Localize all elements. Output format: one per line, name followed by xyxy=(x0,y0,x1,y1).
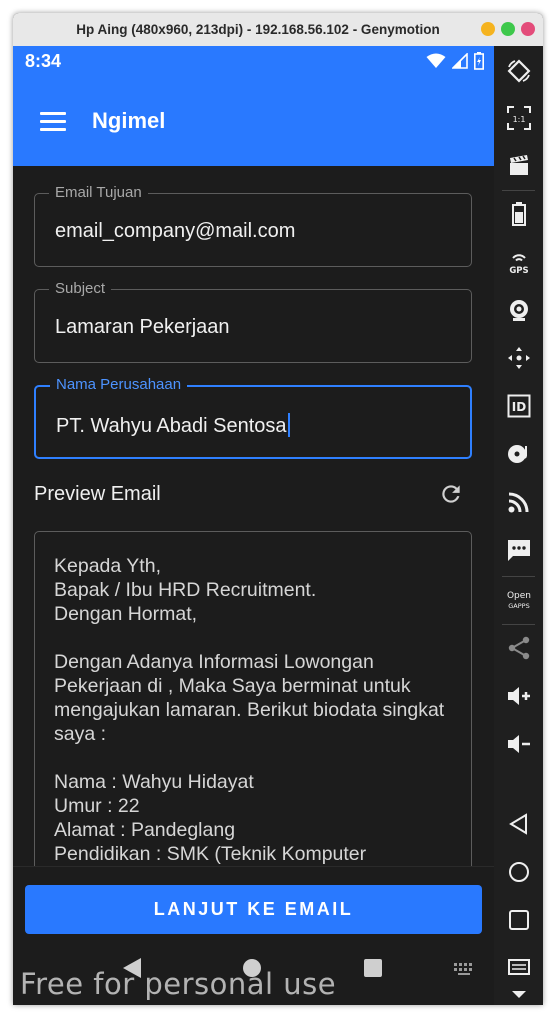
toolbar-menu-icon[interactable] xyxy=(505,954,533,982)
gps-icon[interactable]: GPS xyxy=(505,248,533,276)
toolbar-home-icon[interactable] xyxy=(505,858,533,886)
rotate-icon[interactable] xyxy=(505,57,533,85)
email-field-label: Email Tujuan xyxy=(49,184,148,201)
text-caret xyxy=(287,413,290,437)
open-gapps-icon[interactable]: Open GAPPS xyxy=(505,586,533,614)
pixel-perfect-label: 1:1 xyxy=(513,115,526,124)
sms-icon[interactable] xyxy=(505,536,533,564)
window-title: Hp Aing (480x960, 213dpi) - 192.168.56.1… xyxy=(76,22,440,37)
subject-field[interactable]: Subject Lamaran Pekerjaan xyxy=(34,280,472,363)
email-field[interactable]: Email Tujuan email_company@mail.com xyxy=(34,184,472,267)
company-name-field[interactable]: Nama Perusahaan PT. Wahyu Abadi Sentosa xyxy=(34,376,472,459)
gps-label: GPS xyxy=(509,266,528,275)
email-preview-text: Kepada Yth, Bapak / Ibu HRD Recruitment.… xyxy=(54,555,445,865)
device-id-icon[interactable]: ID xyxy=(505,392,533,420)
device-id-label: ID xyxy=(512,400,526,414)
signal-icon xyxy=(452,53,468,69)
window-titlebar[interactable]: Hp Aing (480x960, 213dpi) - 192.168.56.1… xyxy=(13,13,543,46)
status-time: 8:34 xyxy=(25,50,62,71)
gapps-label-2: GAPPS xyxy=(508,602,529,610)
phone-screen: 8:34 Ngimel Email Tujuan email_company@m… xyxy=(13,46,494,1005)
camera-icon[interactable] xyxy=(505,296,533,324)
refresh-icon[interactable] xyxy=(438,481,464,507)
close-button[interactable] xyxy=(521,22,535,36)
preview-label: Preview Email xyxy=(34,483,161,505)
app-title: Ngimel xyxy=(92,108,166,133)
app-bar: Ngimel xyxy=(13,76,494,166)
nav-keyboard-icon[interactable] xyxy=(453,962,475,976)
dpad-icon[interactable] xyxy=(505,344,533,372)
emulator-window: Hp Aing (480x960, 213dpi) - 192.168.56.1… xyxy=(13,13,543,1005)
expand-icon[interactable] xyxy=(505,981,533,1005)
company-name-field-value: PT. Wahyu Abadi Sentosa xyxy=(56,415,287,437)
gapps-label-1: Open xyxy=(507,591,531,601)
volume-up-icon[interactable] xyxy=(505,682,533,710)
toolbar-recents-icon[interactable] xyxy=(505,906,533,934)
capture-icon[interactable] xyxy=(505,152,533,180)
subject-field-value: Lamaran Pekerjaan xyxy=(55,316,230,338)
battery-icon[interactable] xyxy=(505,200,533,228)
maximize-button[interactable] xyxy=(501,22,515,36)
window-controls xyxy=(481,22,535,36)
nav-recents-icon[interactable] xyxy=(363,958,383,978)
email-preview-box[interactable]: Kepada Yth, Bapak / Ibu HRD Recruitment.… xyxy=(34,531,472,891)
battery-status-icon xyxy=(474,52,484,70)
continue-to-email-button[interactable]: LANJUT KE EMAIL xyxy=(25,885,482,934)
watermark: Free for personal use xyxy=(20,967,337,1001)
hamburger-menu-icon[interactable] xyxy=(40,111,66,131)
email-field-value: email_company@mail.com xyxy=(55,220,296,242)
cast-icon[interactable] xyxy=(505,488,533,516)
emulator-toolbar: 1:1 GPS ID Open GAPPS xyxy=(494,46,543,1005)
subject-field-label: Subject xyxy=(49,280,112,297)
company-name-field-label: Nama Perusahaan xyxy=(50,376,188,393)
status-bar: 8:34 xyxy=(13,46,494,76)
minimize-button[interactable] xyxy=(481,22,495,36)
status-icons xyxy=(426,52,484,70)
share-icon[interactable] xyxy=(505,634,533,662)
wifi-icon xyxy=(426,53,446,68)
toolbar-back-icon[interactable] xyxy=(505,810,533,838)
pixel-perfect-icon[interactable]: 1:1 xyxy=(505,104,533,132)
volume-down-icon[interactable] xyxy=(505,730,533,758)
company-name-field-value-wrap: PT. Wahyu Abadi Sentosa xyxy=(56,413,290,438)
disk-io-icon[interactable] xyxy=(505,440,533,468)
preview-header: Preview Email xyxy=(34,481,464,511)
